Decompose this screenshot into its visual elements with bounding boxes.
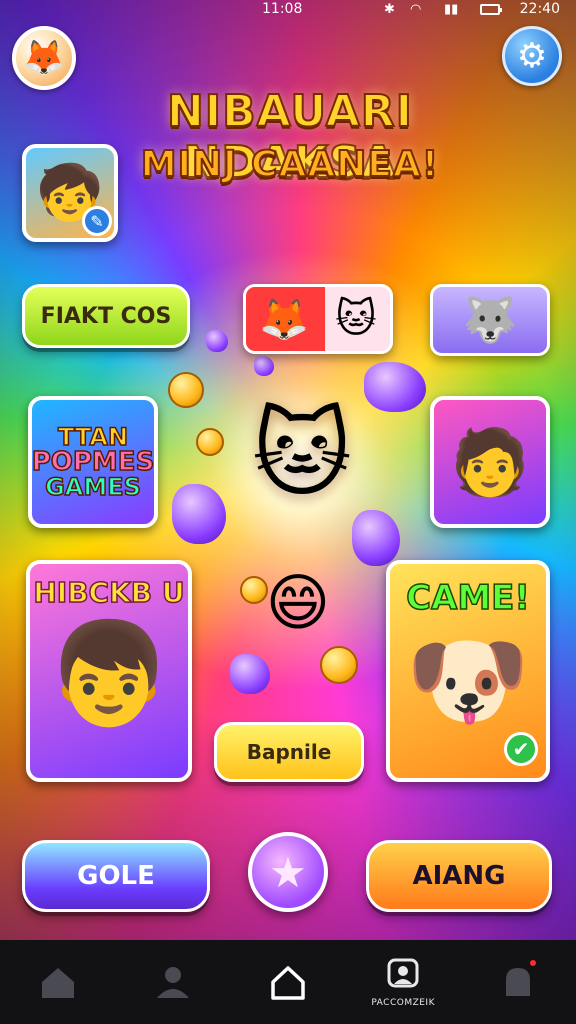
gem-icon xyxy=(206,330,228,352)
coin-icon xyxy=(168,372,204,408)
nav-home[interactable] xyxy=(238,940,338,1024)
star-icon: ★ xyxy=(269,847,307,897)
account-icon xyxy=(383,956,423,996)
mascot-face-icon: 😄 xyxy=(265,566,331,639)
coin-icon xyxy=(320,646,358,684)
games-tile[interactable]: TTAN POPMES GAMES xyxy=(28,396,158,528)
gem-icon xyxy=(230,654,270,694)
wolf-character-card[interactable]: 🐺 xyxy=(430,284,550,356)
favorite-button[interactable]: ★ xyxy=(248,832,328,912)
nav-notifications[interactable] xyxy=(468,940,568,1024)
notification-icon xyxy=(498,962,538,1002)
big-left-game-card[interactable]: HIBCKB U 👦 xyxy=(26,560,192,782)
status-bar: 11:08 ✱ ◠ ▮▮ 22:40 xyxy=(0,0,576,22)
wolf-icon: 🐺 xyxy=(462,295,518,346)
kid-game-tile[interactable]: 🧑 xyxy=(430,396,550,528)
nav-account-label: PACCOMZEIK xyxy=(371,998,435,1008)
check-icon: ✔ xyxy=(504,732,538,766)
status-time-left: 11:08 xyxy=(262,1,303,17)
character-select-card[interactable]: 🦊 🐱 xyxy=(243,284,393,354)
bottom-nav: PACCOMZEIK xyxy=(0,940,576,1024)
center-pill-button[interactable]: Bapnile xyxy=(214,722,364,782)
settings-button[interactable]: ⚙ xyxy=(502,26,562,86)
edit-icon: ✎ xyxy=(82,206,112,236)
wifi-icon: ◠ xyxy=(410,2,422,17)
top-left-pill-button[interactable]: FIAKT COS xyxy=(22,284,190,348)
page-subtitle: MINJ CAANEA! xyxy=(140,143,440,186)
bottom-left-button[interactable]: GOLE xyxy=(22,840,210,912)
fox-icon: 🦊 xyxy=(22,38,66,78)
fox-icon: 🦊 xyxy=(259,296,309,343)
card-heading: HIBCKB U xyxy=(33,575,186,610)
card-heading: CAME! xyxy=(405,577,530,619)
cat-mascot-icon: 🐱 xyxy=(251,398,353,510)
tile-text-line: POPMES xyxy=(31,447,155,477)
bluetooth-icon: ✱ xyxy=(384,2,395,17)
gem-icon xyxy=(364,362,426,412)
child-character-icon: 👦 xyxy=(46,615,172,732)
battery-icon xyxy=(480,4,502,15)
nav-profile[interactable] xyxy=(123,940,223,1024)
big-right-game-card[interactable]: CAME! 🐶 ✔ xyxy=(386,560,550,782)
nav-home-outline[interactable] xyxy=(8,940,108,1024)
user-icon xyxy=(153,962,193,1002)
home-icon xyxy=(38,962,78,1002)
gem-icon xyxy=(254,356,274,376)
signal-icon: ▮▮ xyxy=(444,2,459,17)
tile-text-line: GAMES xyxy=(44,473,141,501)
profile-card[interactable]: 🧒 ✎ xyxy=(22,144,118,242)
home-icon xyxy=(268,962,308,1002)
tile-text-line: TTAN xyxy=(57,423,129,451)
coin-icon xyxy=(196,428,224,456)
bottom-right-button[interactable]: AIANG xyxy=(366,840,552,912)
ghost-cat-icon: 🐱 xyxy=(335,296,377,342)
nav-account[interactable]: PACCOMZEIK xyxy=(353,940,453,1024)
gear-icon: ⚙ xyxy=(516,36,548,76)
dog-character-icon: 🐶 xyxy=(405,622,531,739)
kid-character-icon: 🧑 xyxy=(450,425,530,500)
status-time-right: 22:40 xyxy=(519,1,560,17)
avatar[interactable]: 🦊 xyxy=(12,26,76,90)
